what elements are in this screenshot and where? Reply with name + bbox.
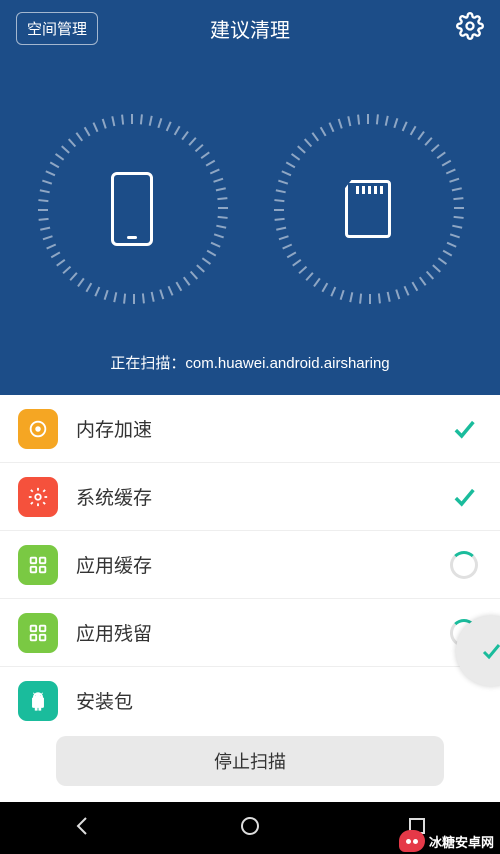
list-item[interactable]: 应用缓存: [0, 531, 500, 599]
clean-item-list: 内存加速系统缓存应用缓存应用残留安装包: [0, 395, 500, 724]
scan-prefix: 正在扫描：: [110, 355, 185, 372]
space-manage-button[interactable]: 空间管理: [16, 12, 98, 45]
stop-scan-button[interactable]: 停止扫描: [56, 736, 444, 786]
header-bar: 空间管理 建议清理: [0, 0, 500, 56]
check-icon: [446, 411, 482, 447]
list-item[interactable]: 安装包: [0, 667, 500, 724]
item-label: 内存加速: [76, 415, 446, 442]
nav-home-icon[interactable]: [238, 814, 262, 843]
nav-back-icon[interactable]: [71, 814, 95, 843]
item-label: 安装包: [76, 687, 446, 714]
watermark: 冰糖安卓网: [399, 830, 494, 852]
list-item[interactable]: 系统缓存: [0, 463, 500, 531]
gear-icon: [18, 477, 58, 517]
item-label: 系统缓存: [76, 483, 446, 510]
item-label: 应用缓存: [76, 551, 446, 578]
apps-icon: [18, 613, 58, 653]
scan-target: com.huawei.android.airsharing: [185, 355, 389, 372]
footer: 停止扫描: [0, 724, 500, 802]
list-item[interactable]: 内存加速: [0, 395, 500, 463]
status-empty: [446, 683, 482, 719]
sdcard-icon: [345, 180, 391, 238]
item-label: 应用残留: [76, 619, 446, 646]
internal-storage-gauge: [27, 104, 237, 314]
watermark-text: 冰糖安卓网: [429, 832, 494, 851]
target-icon: [18, 409, 58, 449]
list-item[interactable]: 应用残留: [0, 599, 500, 667]
watermark-icon: [399, 830, 425, 852]
apps-icon: [18, 545, 58, 585]
page-title: 建议清理: [210, 14, 290, 43]
check-icon: [446, 479, 482, 515]
scan-status: 正在扫描：com.huawei.android.airsharing: [0, 352, 500, 395]
sdcard-storage-gauge: [263, 104, 473, 314]
storage-gauges: [0, 56, 500, 352]
android-icon: [18, 681, 58, 721]
spinner-icon: [446, 547, 482, 583]
phone-icon: [111, 172, 153, 246]
settings-gear-icon[interactable]: [456, 12, 484, 45]
